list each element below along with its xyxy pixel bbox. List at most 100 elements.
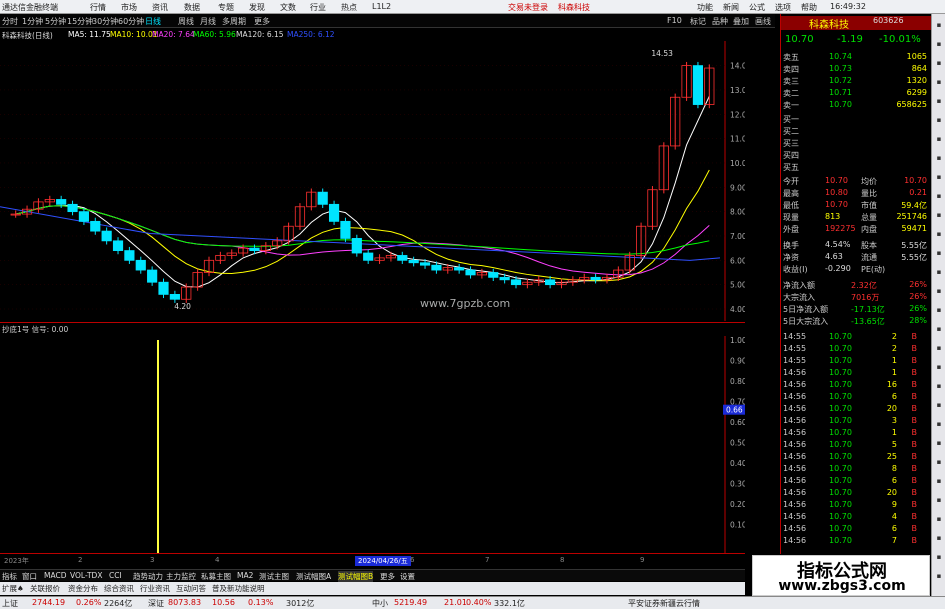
menu-2[interactable]: 资讯	[152, 2, 168, 13]
sidebar-tool-icon[interactable]: ▪	[934, 552, 944, 562]
ind-tab-8[interactable]: MA2	[237, 571, 253, 580]
menu-1[interactable]: 市场	[121, 2, 137, 13]
candle-body	[78, 211, 89, 222]
sidebar-tool-icon[interactable]: ▪	[934, 267, 944, 277]
sidebar-tool-icon[interactable]: ▪	[934, 305, 944, 315]
center-0[interactable]: 交易未登录	[508, 2, 548, 13]
menu-4[interactable]: 专题	[218, 2, 234, 13]
menu-6[interactable]: 文数	[280, 2, 296, 13]
sidebar-tool-icon[interactable]: ▪	[934, 400, 944, 410]
sidebar-tool-icon[interactable]: ▪	[934, 286, 944, 296]
period-tab-2[interactable]: 5分钟	[45, 16, 66, 27]
ind-tab-10[interactable]: 测试幅图A	[296, 571, 331, 582]
sidebar-tool-icon[interactable]: ▪	[934, 191, 944, 201]
ind-tab-4[interactable]: CCI	[109, 571, 122, 580]
sidebar-tool-icon[interactable]: ▪	[934, 438, 944, 448]
date-label-7: 8	[560, 556, 565, 564]
ask-vol: 6299	[906, 88, 927, 97]
flow-label: 净流入额	[783, 281, 815, 290]
bottom-tab-6[interactable]: 普及新功能说明	[212, 583, 265, 594]
bottom-tab-5[interactable]: 互动问答	[176, 583, 206, 594]
sidebar-tool-icon[interactable]: ▪	[934, 419, 944, 429]
period-tab-5[interactable]: 60分钟	[118, 16, 144, 27]
stat-v1: 192275	[825, 224, 856, 233]
ind-tab-11[interactable]: 测试幅图B	[338, 571, 374, 582]
period-tab-3[interactable]: 15分钟	[67, 16, 93, 27]
period-tab-0[interactable]: 分时	[2, 16, 18, 27]
bottom-tab-1[interactable]: 关联报价	[30, 583, 60, 594]
sidebar-tool-icon[interactable]: ▪	[934, 20, 944, 30]
sidebar-tool-icon[interactable]: ▪	[934, 381, 944, 391]
tool-1[interactable]: 标记	[690, 16, 706, 27]
kline-chart[interactable]: 14.00 13.00 12.00 11.00 10.00 9.00 8.00 7.00 6.0…	[0, 41, 745, 321]
sidebar-tool-icon[interactable]: ▪	[934, 362, 944, 372]
tool-2[interactable]: 品种	[712, 16, 728, 27]
window-menu-1[interactable]: 新闻	[723, 2, 739, 13]
ind-tab-1[interactable]: 窗口	[22, 571, 37, 582]
period-tab-10[interactable]: 更多	[254, 16, 270, 27]
menu-9[interactable]: L1L2	[372, 2, 391, 11]
tool-0[interactable]: F10	[667, 16, 682, 25]
stat-v1: 10.80	[825, 188, 848, 197]
ind-tab-3[interactable]: VOL-TDX	[70, 571, 102, 580]
period-tab-8[interactable]: 月线	[200, 16, 216, 27]
period-tab-4[interactable]: 30分钟	[92, 16, 118, 27]
bottom-tab-0[interactable]: 扩展♠	[2, 583, 24, 594]
period-tab-9[interactable]: 多周期	[222, 16, 246, 27]
sidebar-tool-icon[interactable]: ▪	[934, 495, 944, 505]
period-tab-7[interactable]: 周线	[178, 16, 194, 27]
ind-tab-5[interactable]: 趋势动力	[133, 571, 163, 582]
tick-price: 10.70	[829, 440, 852, 449]
bottom-tab-4[interactable]: 行业资讯	[140, 583, 170, 594]
ind-tab-7[interactable]: 私募主图	[201, 571, 231, 582]
ind-tab-9[interactable]: 测试主图	[259, 571, 289, 582]
sidebar-tool-icon[interactable]: ▪	[934, 153, 944, 163]
high-price-label: 14.53	[651, 49, 673, 58]
period-tab-1[interactable]: 1分钟	[22, 16, 43, 27]
ma-label-5: MA250: 6.12	[287, 30, 335, 39]
sidebar-tool-icon[interactable]: ▪	[934, 77, 944, 87]
menu-7[interactable]: 行业	[310, 2, 326, 13]
sidebar-tool-icon[interactable]: ▪	[934, 96, 944, 106]
sidebar-tool-icon[interactable]: ▪	[934, 58, 944, 68]
candle-body	[419, 262, 431, 266]
bottom-tab-3[interactable]: 综合资讯	[104, 583, 134, 594]
sidebar-tool-icon[interactable]: ▪	[934, 343, 944, 353]
sidebar-tool-icon[interactable]: ▪	[934, 533, 944, 543]
bid-row: 买一	[781, 114, 931, 126]
menu-3[interactable]: 数据	[184, 2, 200, 13]
sidebar-tool-icon[interactable]: ▪	[934, 115, 944, 125]
sidebar-tool-icon[interactable]: ▪	[934, 571, 944, 581]
menu-0[interactable]: 行情	[90, 2, 106, 13]
menu-8[interactable]: 热点	[341, 2, 357, 13]
window-menu-3[interactable]: 选项	[775, 2, 791, 13]
indicator-chart[interactable]: 1.000.900.800.700.600.500.400.300.200.10…	[0, 336, 745, 553]
sidebar-tool-icon[interactable]: ▪	[934, 514, 944, 524]
tool-3[interactable]: 叠加	[733, 16, 749, 27]
sidebar-tool-icon[interactable]: ▪	[934, 324, 944, 334]
candle-body	[147, 269, 158, 283]
ind-tab-13[interactable]: 设置	[400, 571, 415, 582]
window-menu-0[interactable]: 功能	[697, 2, 713, 13]
bottom-tab-2[interactable]: 资金分布	[68, 583, 98, 594]
center-1[interactable]: 科森科技	[558, 2, 590, 13]
period-tab-6[interactable]: 日线	[145, 16, 161, 27]
ind-tab-2[interactable]: MACD	[44, 571, 66, 580]
sidebar-tool-icon[interactable]: ▪	[934, 210, 944, 220]
window-menu-4[interactable]: 帮助	[801, 2, 817, 13]
window-menu-2[interactable]: 公式	[749, 2, 765, 13]
tool-4[interactable]: 画线	[755, 16, 771, 27]
ind-tab-0[interactable]: 指标	[2, 571, 17, 582]
tick-time: 14:55	[783, 356, 807, 365]
candle-body	[101, 230, 112, 242]
sidebar-tool-icon[interactable]: ▪	[934, 248, 944, 258]
sidebar-tool-icon[interactable]: ▪	[934, 229, 944, 239]
ind-tab-12[interactable]: 更多	[380, 571, 395, 582]
sidebar-tool-icon[interactable]: ▪	[934, 457, 944, 467]
menu-5[interactable]: 发现	[249, 2, 265, 13]
sidebar-tool-icon[interactable]: ▪	[934, 134, 944, 144]
sidebar-tool-icon[interactable]: ▪	[934, 476, 944, 486]
sidebar-tool-icon[interactable]: ▪	[934, 172, 944, 182]
ind-tab-6[interactable]: 主力监控	[166, 571, 196, 582]
sidebar-tool-icon[interactable]: ▪	[934, 39, 944, 49]
